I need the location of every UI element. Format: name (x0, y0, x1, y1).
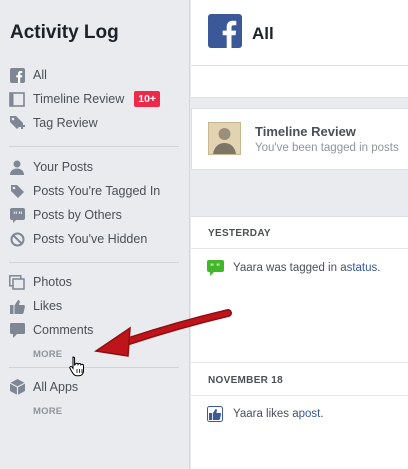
main-content: All Timeline Review You've been tagged i… (191, 0, 408, 469)
section-divider (191, 395, 408, 396)
like-icon (207, 406, 224, 422)
apps-cube-icon (9, 379, 25, 395)
page-title: All (252, 24, 274, 43)
sidebar-item-label: Posts by Others (33, 208, 122, 222)
sidebar-item-label: Likes (33, 299, 63, 313)
review-card-title: Timeline Review (255, 124, 356, 139)
entry-punctuation: . (320, 408, 324, 420)
sidebar-item-photos[interactable]: Photos (9, 272, 181, 292)
sidebar-item-posts-tagged-in[interactable]: Posts You're Tagged In (9, 181, 181, 201)
section-header-date: NOVEMBER 18 (208, 375, 283, 386)
sidebar-item-label: Comments (33, 323, 94, 337)
svg-text:": " (13, 211, 18, 221)
timeline-icon (9, 91, 25, 107)
sidebar-more-link[interactable]: MORE (33, 406, 62, 417)
sidebar-item-label: Posts You're Tagged In (33, 184, 161, 198)
list-item: Yaara likes a post . (207, 406, 324, 422)
header-card: All (191, 0, 408, 66)
svg-text:": " (216, 263, 220, 272)
hidden-icon (9, 231, 25, 247)
section-divider (191, 362, 408, 363)
timeline-review-card[interactable]: Timeline Review You've been tagged in po… (191, 108, 408, 170)
sidebar-item-label: All (33, 68, 47, 82)
sidebar-divider (9, 367, 179, 368)
svg-text:": " (18, 211, 23, 221)
sidebar-item-label: Posts You've Hidden (33, 232, 148, 246)
sidebar-item-tag-review[interactable]: Tag Review (9, 113, 181, 133)
section-divider (191, 248, 408, 249)
list-item: " " Yaara was tagged in a status . (207, 260, 380, 276)
header-strip (191, 66, 408, 98)
sidebar-item-label: Photos (33, 275, 72, 289)
quote-icon: " " (9, 207, 25, 223)
comment-icon (9, 322, 25, 338)
sidebar-item-label: All Apps (33, 380, 79, 394)
entry-punctuation: . (377, 262, 381, 274)
like-icon (9, 298, 25, 314)
tag-plus-icon (9, 115, 25, 131)
facebook-icon (9, 67, 25, 83)
sidebar-item-posts-hidden[interactable]: Posts You've Hidden (9, 229, 181, 249)
entry-text: Yaara was tagged in a (233, 262, 347, 274)
sidebar-title: Activity Log (10, 22, 119, 43)
sidebar-item-comments[interactable]: Comments (9, 320, 181, 340)
activity-log-list: YESTERDAY " " Yaara was tagged in a statu… (191, 216, 408, 469)
notification-badge: 10+ (134, 91, 161, 107)
section-header-date: YESTERDAY (208, 228, 271, 239)
sidebar-divider (9, 262, 179, 263)
sidebar-item-label: Timeline Review (33, 92, 125, 106)
tagged-status-icon: " " (207, 260, 224, 276)
sidebar-item-label: Your Posts (33, 160, 93, 174)
photos-icon (9, 274, 25, 290)
sidebar-item-your-posts[interactable]: Your Posts (9, 157, 181, 177)
sidebar-item-all-apps[interactable]: All Apps (9, 377, 181, 397)
review-card-subtitle: You've been tagged in posts (255, 142, 399, 154)
sidebar-more-link[interactable]: MORE (33, 349, 62, 360)
svg-text:": " (210, 263, 214, 272)
sidebar-divider (9, 146, 179, 147)
sidebar-item-timeline-review[interactable]: Timeline Review 10+ (9, 89, 181, 109)
status-link[interactable]: status (347, 262, 378, 274)
sidebar-item-posts-by-others[interactable]: " " Posts by Others (9, 205, 181, 225)
sidebar-item-likes[interactable]: Likes (9, 296, 181, 316)
sidebar: Activity Log All Timeline Review 10+ Tag… (0, 0, 190, 469)
sidebar-item-all[interactable]: All (9, 65, 181, 85)
facebook-logo-icon (208, 14, 242, 48)
tag-icon (9, 183, 25, 199)
person-icon (9, 159, 25, 175)
avatar (208, 122, 241, 155)
post-link[interactable]: post (299, 408, 321, 420)
sidebar-item-label: Tag Review (33, 116, 98, 130)
entry-text: Yaara likes a (233, 408, 299, 420)
